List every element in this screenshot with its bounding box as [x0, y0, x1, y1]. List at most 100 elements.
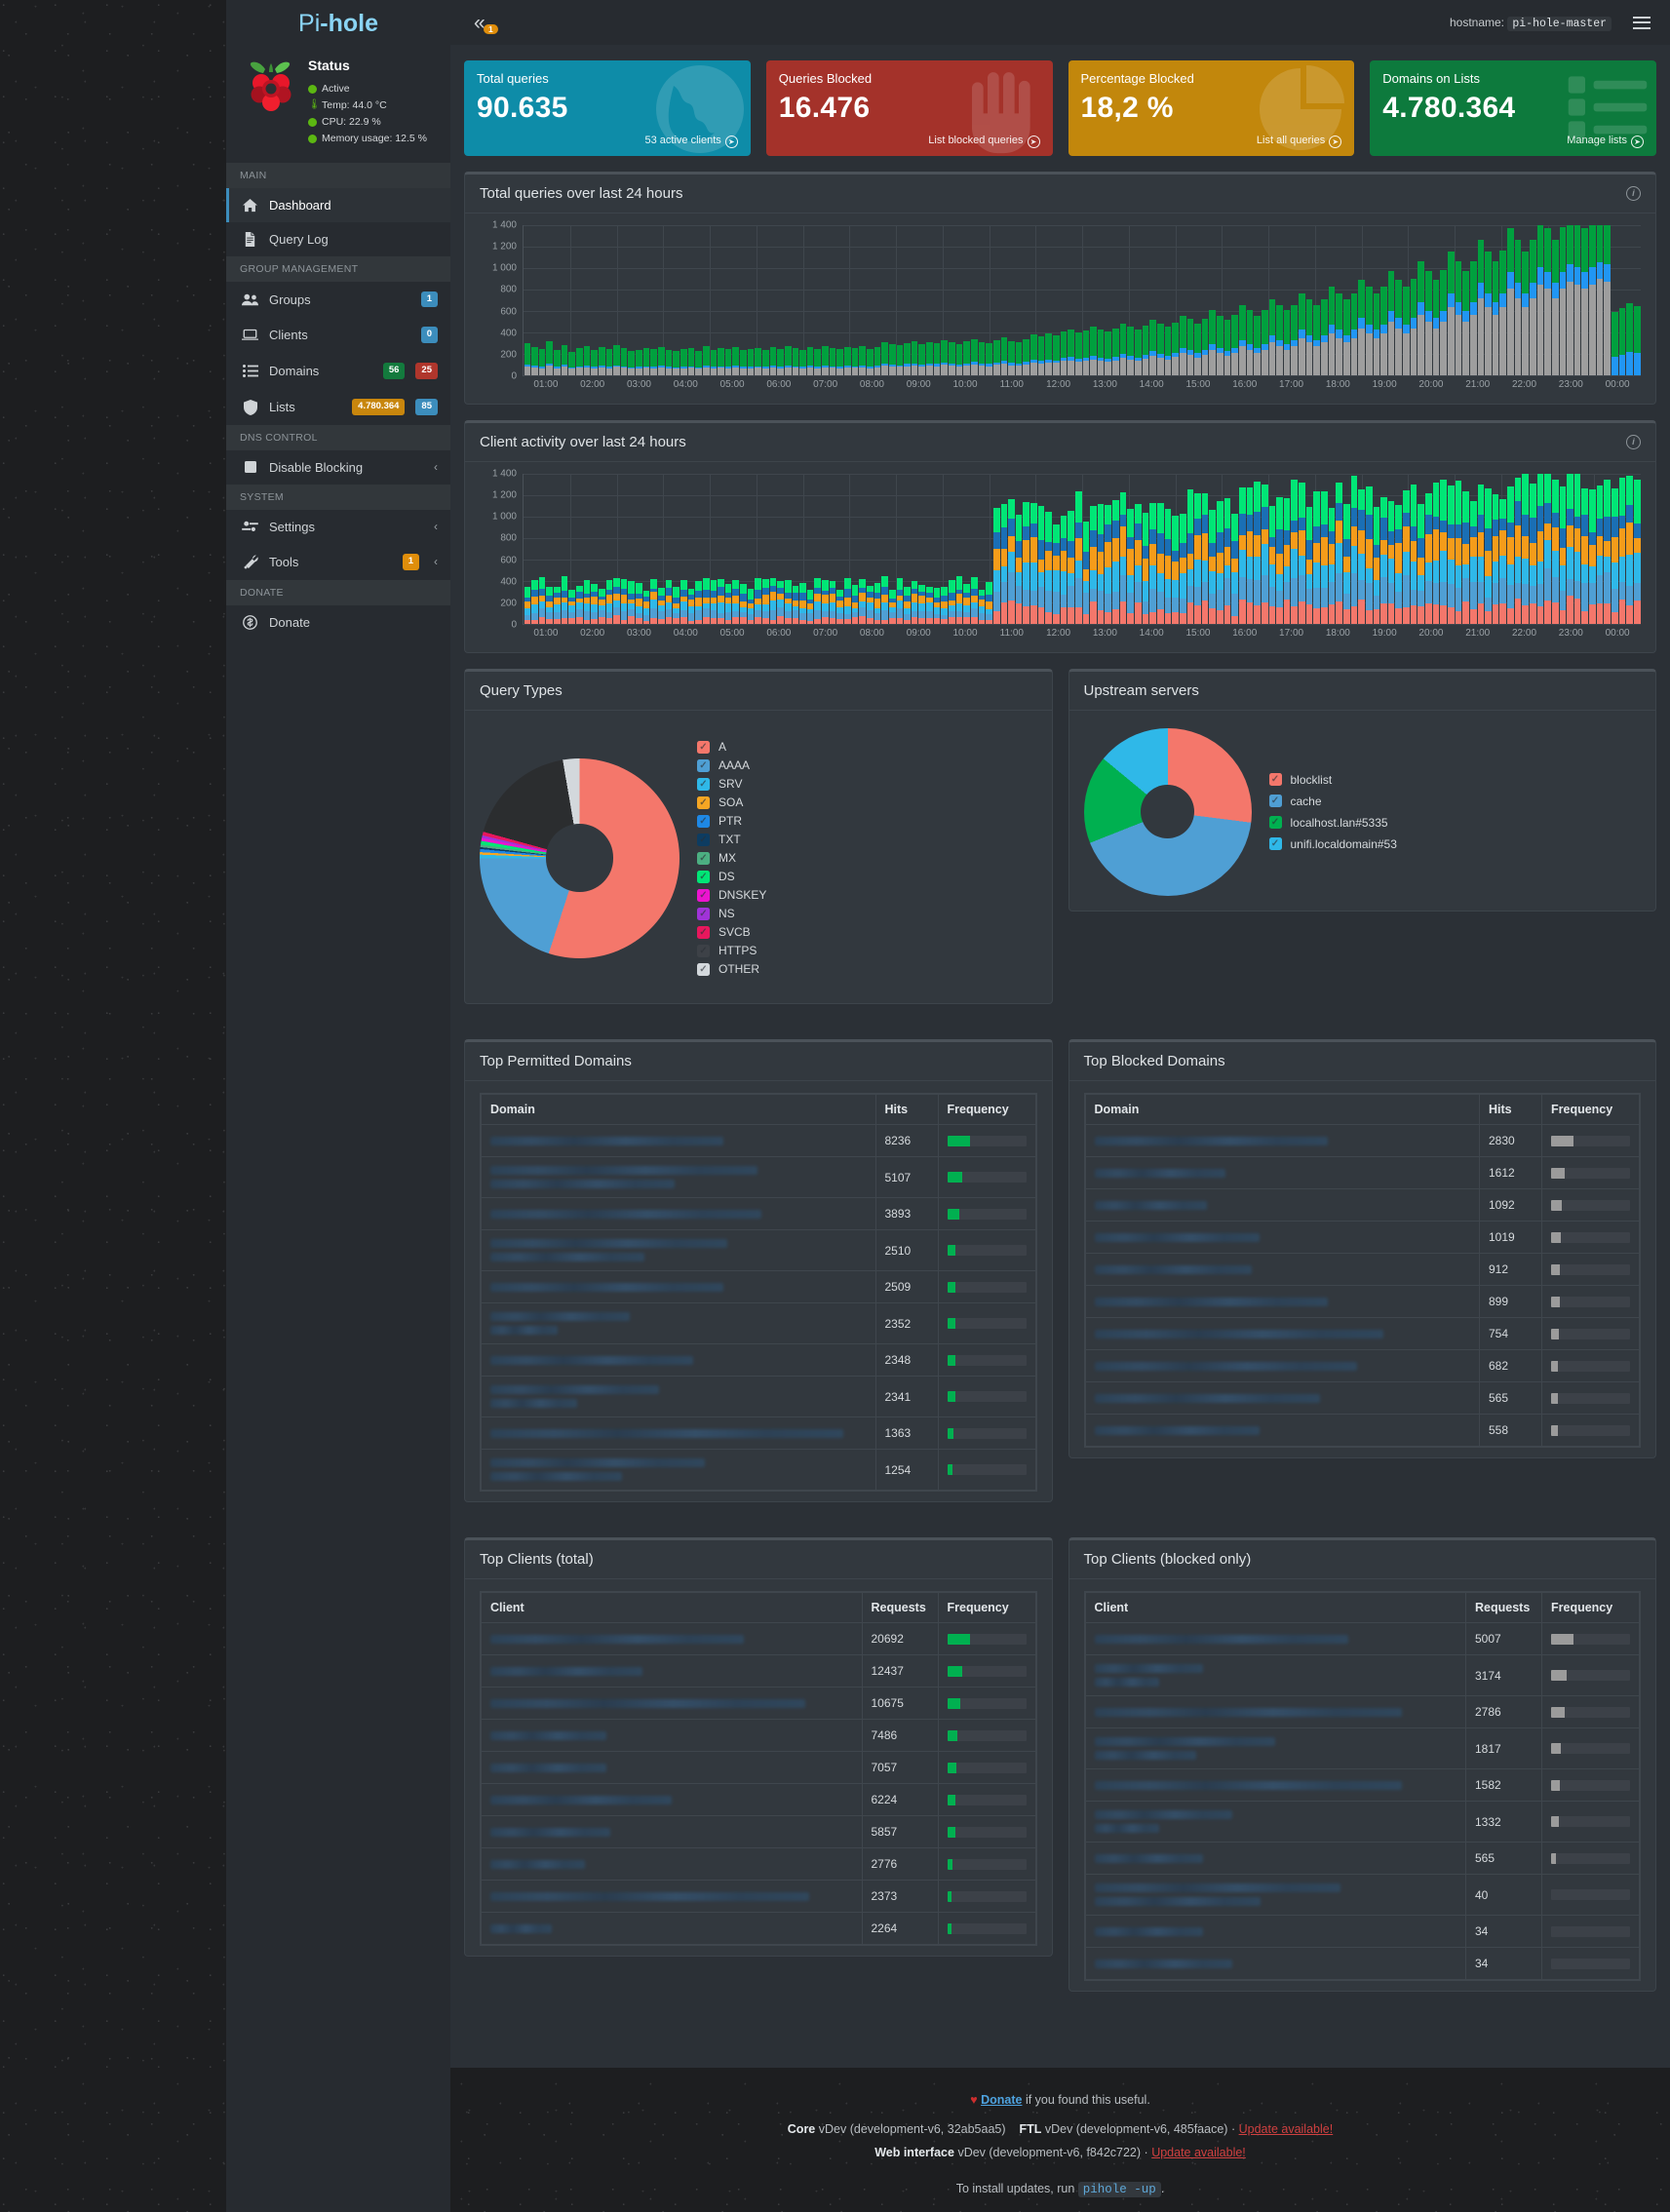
table-row[interactable]: 2786 — [1084, 1695, 1640, 1728]
sidebar-item-query-log[interactable]: Query Log — [226, 222, 450, 256]
legend-item[interactable]: DS — [697, 870, 1037, 883]
table-row[interactable]: 1332 — [1084, 1801, 1640, 1843]
table-row[interactable]: 40 — [1084, 1874, 1640, 1916]
column-header[interactable]: Frequency — [937, 1094, 1036, 1125]
legend-item[interactable]: SOA — [697, 796, 1037, 809]
table-row[interactable]: 2776 — [481, 1847, 1036, 1881]
sidebar-item-domains[interactable]: Domains 56 25 — [226, 353, 450, 389]
table-row[interactable]: 912 — [1084, 1253, 1640, 1286]
table-row[interactable]: 1363 — [481, 1416, 1036, 1450]
table-row[interactable]: 7057 — [481, 1751, 1036, 1784]
footer-donate-link[interactable]: Donate — [981, 2093, 1022, 2107]
table-row[interactable]: 2509 — [481, 1270, 1036, 1303]
info-icon[interactable]: i — [1626, 435, 1641, 449]
card-link[interactable]: Manage lists ➤ — [1382, 135, 1644, 148]
legend-checkbox[interactable] — [697, 833, 710, 846]
legend-checkbox[interactable] — [697, 888, 710, 902]
column-header[interactable]: Requests — [861, 1592, 939, 1623]
legend-checkbox[interactable] — [697, 777, 710, 791]
legend-item[interactable]: localhost.lan#5335 — [1268, 816, 1642, 830]
table-row[interactable]: 5857 — [481, 1815, 1036, 1848]
legend-checkbox[interactable] — [1268, 816, 1282, 829]
sidebar-item-tools[interactable]: Tools 1 ‹ — [226, 544, 450, 580]
table-row[interactable]: 7486 — [481, 1719, 1036, 1752]
table-row[interactable]: 3174 — [1084, 1654, 1640, 1696]
sidebar-collapse-button[interactable]: « 1 — [474, 13, 498, 34]
table-row[interactable]: 2830 — [1084, 1124, 1640, 1157]
table-row[interactable]: 8236 — [481, 1124, 1036, 1157]
column-header[interactable]: Hits — [1479, 1094, 1542, 1125]
table-row[interactable]: 1817 — [1084, 1727, 1640, 1769]
card-link[interactable]: List all queries ➤ — [1081, 135, 1342, 148]
legend-checkbox[interactable] — [697, 944, 710, 957]
table-row[interactable]: 2341 — [481, 1376, 1036, 1417]
legend-checkbox[interactable] — [697, 851, 710, 865]
legend-item[interactable]: MX — [697, 851, 1037, 865]
table-row[interactable]: 558 — [1084, 1414, 1640, 1447]
summary-card-queries-blocked[interactable]: Queries Blocked 16.476 List blocked querie… — [765, 60, 1053, 156]
table-row[interactable]: 2264 — [481, 1912, 1036, 1945]
legend-item[interactable]: A — [697, 740, 1037, 754]
column-header[interactable]: Client — [1084, 1592, 1466, 1623]
sidebar-item-clients[interactable]: Clients 0 — [226, 317, 450, 353]
table-row[interactable]: 2348 — [481, 1343, 1036, 1377]
summary-card-domains-on-lists[interactable]: Domains on Lists 4.780.364 Manage lists ➤ — [1370, 60, 1656, 156]
column-header[interactable]: Hits — [874, 1094, 939, 1125]
table-row[interactable]: 2373 — [481, 1880, 1036, 1913]
footer-web-update-link[interactable]: Update available! — [1151, 2146, 1246, 2159]
legend-checkbox[interactable] — [697, 758, 710, 772]
sidebar-item-settings[interactable]: Settings ‹ — [226, 510, 450, 544]
summary-card-percentage-blocked[interactable]: Percentage Blocked 18,2 % List all queries… — [1068, 60, 1355, 156]
table-row[interactable]: 565 — [1084, 1842, 1640, 1875]
column-header[interactable]: Domain — [481, 1094, 876, 1125]
legend-item[interactable]: cache — [1268, 795, 1642, 808]
card-link[interactable]: List blocked queries ➤ — [779, 135, 1040, 148]
table-row[interactable]: 1092 — [1084, 1188, 1640, 1222]
legend-checkbox[interactable] — [697, 870, 710, 883]
sidebar-item-disable-blocking[interactable]: Disable Blocking ‹ — [226, 450, 450, 485]
upstream-donut-chart[interactable] — [1083, 727, 1252, 896]
table-row[interactable]: 20692 — [481, 1622, 1036, 1655]
table-row[interactable]: 2352 — [481, 1302, 1036, 1344]
legend-item[interactable]: OTHER — [697, 962, 1037, 976]
query-types-donut-chart[interactable] — [480, 757, 680, 958]
table-row[interactable]: 6224 — [481, 1783, 1036, 1816]
legend-item[interactable]: AAAA — [697, 758, 1037, 772]
column-header[interactable]: Client — [481, 1592, 863, 1623]
legend-item[interactable]: PTR — [697, 814, 1037, 828]
legend-item[interactable]: NS — [697, 907, 1037, 920]
legend-item[interactable]: unifi.localdomain#53 — [1268, 837, 1642, 851]
legend-checkbox[interactable] — [697, 814, 710, 828]
legend-item[interactable]: TXT — [697, 833, 1037, 846]
table-row[interactable]: 754 — [1084, 1317, 1640, 1350]
table-row[interactable]: 1582 — [1084, 1768, 1640, 1802]
legend-checkbox[interactable] — [1268, 773, 1282, 786]
sidebar-item-lists[interactable]: Lists 4.780.364 85 — [226, 389, 450, 425]
table-row[interactable]: 1254 — [481, 1449, 1036, 1491]
legend-item[interactable]: blocklist — [1268, 773, 1642, 787]
brand-logo[interactable]: Pi -hole — [226, 0, 450, 47]
legend-item[interactable]: SRV — [697, 777, 1037, 791]
table-row[interactable]: 34 — [1084, 1947, 1640, 1980]
summary-card-total-queries[interactable]: Total queries 90.635 53 active clients ➤ — [464, 60, 751, 156]
query-types-donut[interactable] — [480, 757, 680, 958]
total-queries-chart[interactable]: 0 200 400 600 800 1 000 1 200 1 400 — [480, 220, 1641, 382]
legend-item[interactable]: DNSKEY — [697, 888, 1037, 902]
legend-checkbox[interactable] — [697, 740, 710, 754]
table-row[interactable]: 565 — [1084, 1381, 1640, 1415]
table-row[interactable]: 2510 — [481, 1229, 1036, 1271]
legend-checkbox[interactable] — [697, 796, 710, 809]
footer-ftl-update-link[interactable]: Update available! — [1239, 2122, 1334, 2136]
table-row[interactable]: 1612 — [1084, 1156, 1640, 1189]
table-row[interactable]: 1019 — [1084, 1221, 1640, 1254]
legend-checkbox[interactable] — [697, 907, 710, 920]
client-activity-chart[interactable]: 0 200 400 600 800 1 000 1 200 1 400 — [480, 469, 1641, 631]
table-row[interactable]: 899 — [1084, 1285, 1640, 1318]
info-icon[interactable]: i — [1626, 186, 1641, 201]
column-header[interactable]: Frequency — [937, 1592, 1036, 1623]
sidebar-item-dashboard[interactable]: Dashboard — [226, 187, 450, 222]
card-link[interactable]: 53 active clients ➤ — [477, 135, 738, 148]
legend-checkbox[interactable] — [697, 925, 710, 939]
table-row[interactable]: 12437 — [481, 1654, 1036, 1688]
legend-checkbox[interactable] — [1268, 795, 1282, 807]
